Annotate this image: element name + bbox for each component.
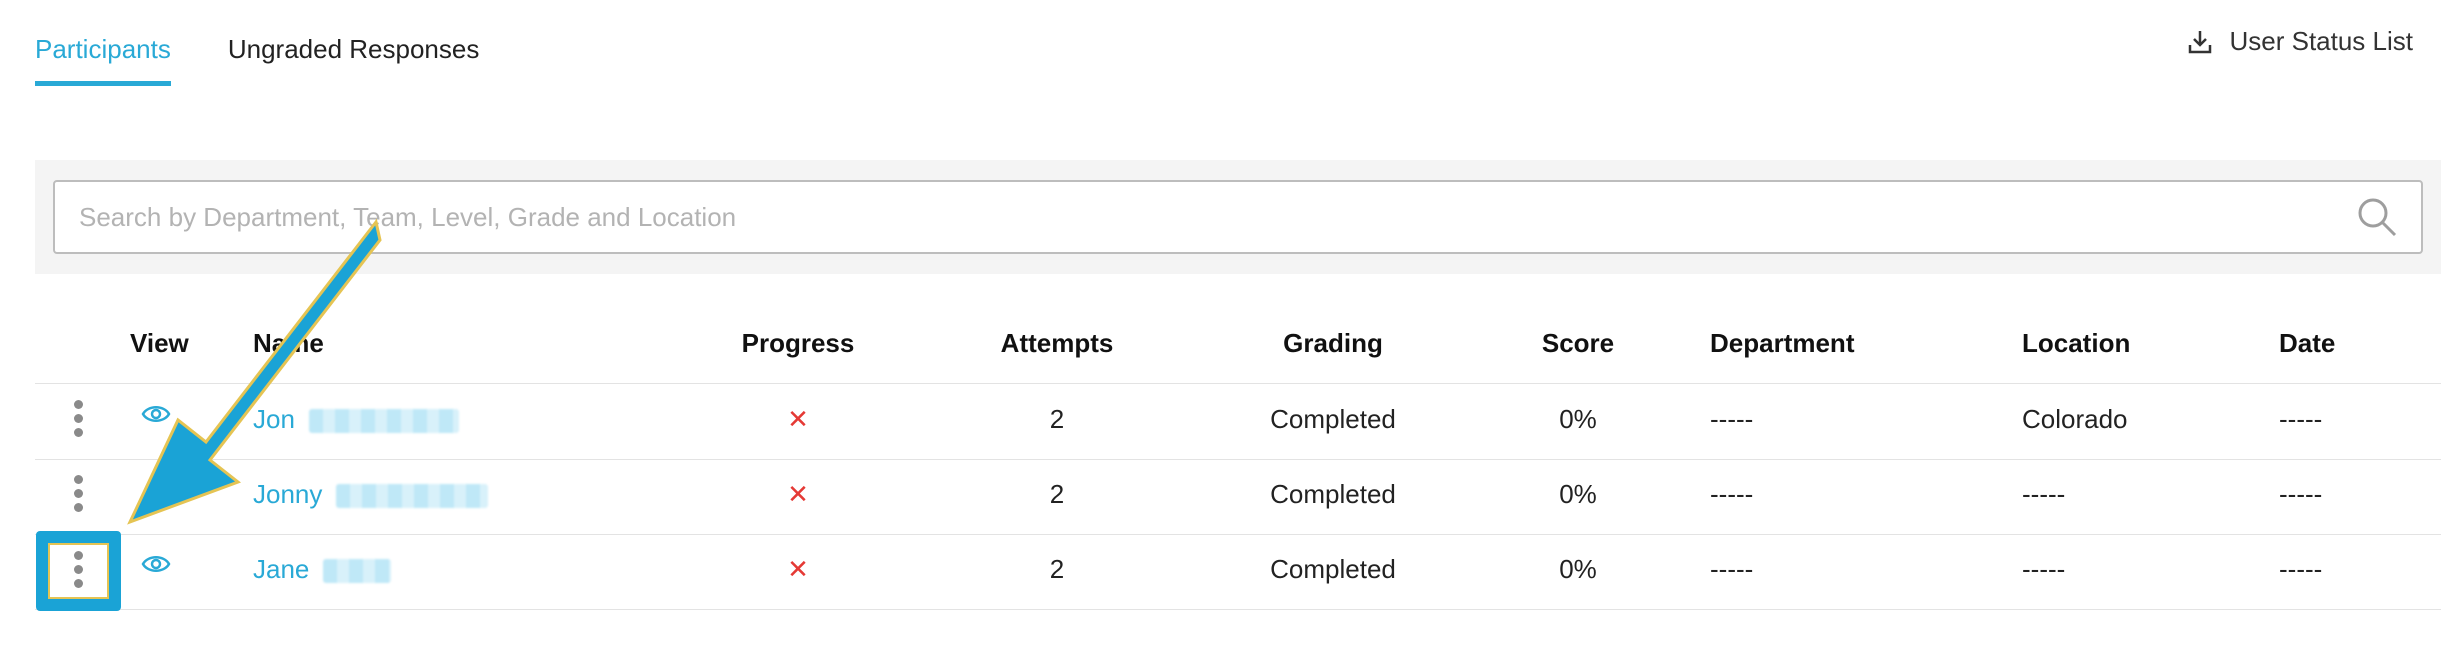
search-icon[interactable] (2355, 195, 2399, 239)
row-actions-menu-icon[interactable] (72, 400, 84, 440)
header-name[interactable]: Name (253, 328, 324, 359)
redacted-surname (308, 409, 459, 434)
grading-value: Completed (1270, 554, 1396, 584)
department-value: ----- (1710, 479, 1754, 509)
tab-ungraded-responses[interactable]: Ungraded Responses (228, 28, 480, 80)
redacted-surname (323, 559, 392, 584)
participant-name[interactable]: Jon (253, 404, 459, 435)
attempts-value: 2 (1049, 554, 1065, 584)
row-actions-menu-icon[interactable] (72, 475, 84, 515)
date-value: ----- (2279, 554, 2323, 584)
tab-bar: Participants Ungraded Responses (35, 28, 536, 86)
progress-incomplete-icon: ✕ (787, 404, 809, 434)
user-status-list-button[interactable]: User Status List (2187, 26, 2413, 57)
table-row: Jonny ✕ 2 Completed 0% ----- ----- ----- (35, 459, 2441, 535)
view-eye-icon[interactable] (141, 402, 171, 426)
user-status-list-label: User Status List (2229, 26, 2413, 56)
attempts-value: 2 (1049, 404, 1065, 434)
progress-incomplete-icon: ✕ (787, 479, 809, 509)
header-score[interactable]: Score (1542, 328, 1614, 359)
header-attempts[interactable]: Attempts (1001, 328, 1114, 359)
row-actions-menu-button[interactable] (48, 543, 109, 599)
participant-name[interactable]: Jane (253, 554, 392, 585)
header-date[interactable]: Date (2279, 328, 2335, 359)
table-row: Jane ✕ 2 Completed 0% ----- ----- ----- (35, 534, 2441, 610)
search-panel (35, 160, 2441, 274)
header-grading[interactable]: Grading (1283, 328, 1383, 359)
grading-value: Completed (1270, 479, 1396, 509)
table-row: Jon ✕ 2 Completed 0% ----- Colorado ----… (35, 384, 2441, 460)
location-value: ----- (2022, 479, 2066, 509)
participant-name-link[interactable]: Jon (253, 404, 295, 434)
location-value: ----- (2022, 554, 2066, 584)
participant-name-link[interactable]: Jane (253, 554, 309, 584)
search-input[interactable] (55, 181, 2355, 253)
participant-name[interactable]: Jonny (253, 479, 489, 510)
header-department[interactable]: Department (1710, 328, 1854, 359)
view-eye-icon[interactable] (141, 552, 171, 576)
date-value: ----- (2279, 404, 2323, 434)
date-value: ----- (2279, 479, 2323, 509)
highlighted-row-actions (36, 531, 121, 611)
grading-value: Completed (1270, 404, 1396, 434)
search-box (53, 180, 2423, 254)
location-value: Colorado (2022, 404, 2128, 434)
score-value: 0% (1559, 554, 1597, 584)
header-progress[interactable]: Progress (742, 328, 855, 359)
department-value: ----- (1710, 404, 1754, 434)
attempts-value: 2 (1049, 479, 1065, 509)
department-value: ----- (1710, 554, 1754, 584)
tab-participants[interactable]: Participants (35, 28, 171, 86)
participant-name-link[interactable]: Jonny (253, 479, 322, 509)
download-icon (2189, 30, 2212, 53)
header-location[interactable]: Location (2022, 328, 2130, 359)
score-value: 0% (1559, 479, 1597, 509)
progress-incomplete-icon: ✕ (787, 554, 809, 584)
redacted-surname (336, 484, 489, 509)
score-value: 0% (1559, 404, 1597, 434)
header-view: View (130, 328, 189, 358)
table-header: View Name Progress Attempts Grading Scor… (35, 310, 2441, 384)
row-actions-menu-icon[interactable] (72, 551, 84, 591)
